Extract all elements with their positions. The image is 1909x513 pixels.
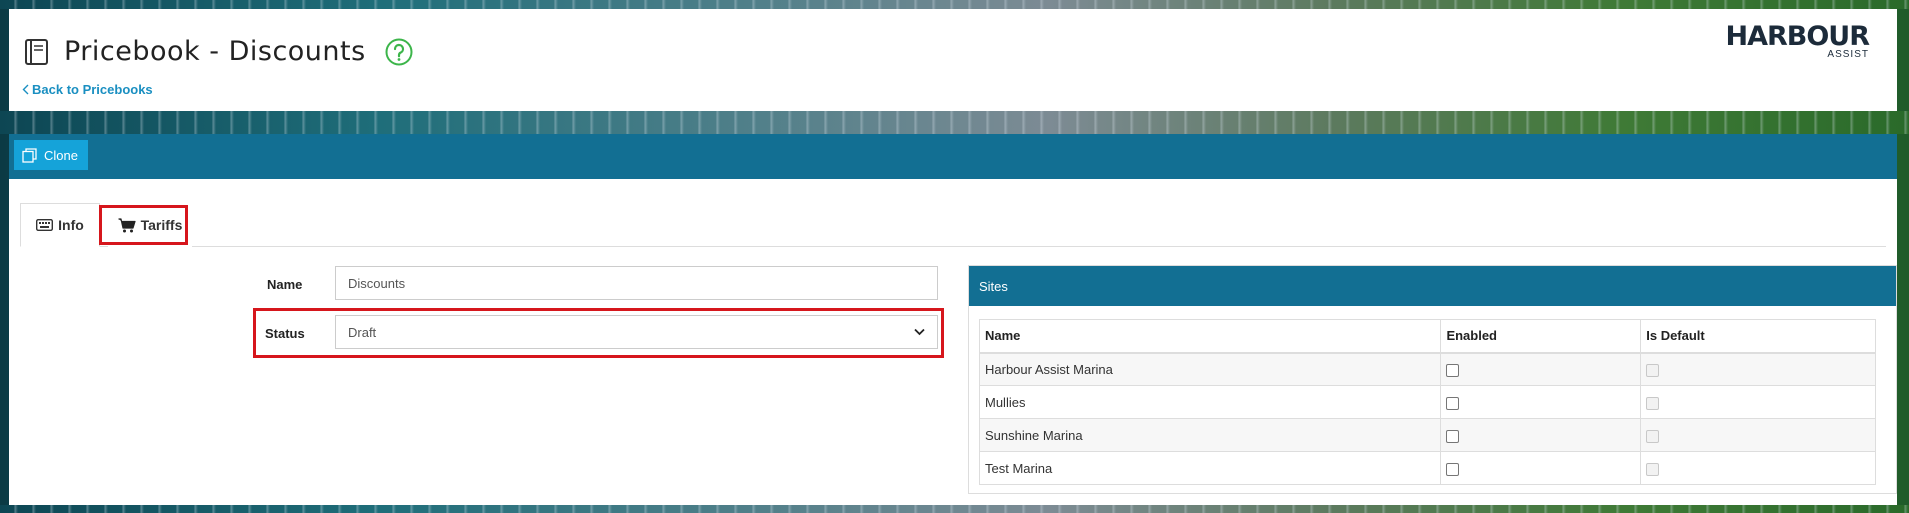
- name-label: Name: [267, 277, 303, 292]
- main-panel: Info Tariffs Name Status Draft Sites: [9, 179, 1897, 505]
- enabled-checkbox[interactable]: [1446, 363, 1460, 377]
- book-icon: [25, 38, 48, 65]
- tab-tariffs-label: Tariffs: [140, 217, 183, 233]
- tab-info-label: Info: [58, 217, 84, 233]
- is-default-cell: [1640, 385, 1876, 419]
- help-icon[interactable]: [384, 37, 414, 67]
- page-title-row: Pricebook - Discounts: [22, 36, 414, 67]
- sites-table: Name Enabled Is Default Harbour Assist M…: [978, 319, 1876, 485]
- back-to-pricebooks-link[interactable]: Back to Pricebooks: [22, 82, 153, 97]
- is-default-checkbox: [1646, 429, 1660, 443]
- site-name-cell: Sunshine Marina: [978, 418, 1442, 452]
- tab-bar: Info Tariffs: [20, 203, 1886, 247]
- clone-button-label: Clone: [44, 147, 78, 163]
- table-row: Sunshine Marina: [978, 418, 1876, 452]
- status-select[interactable]: Draft: [335, 315, 938, 349]
- keyboard-icon: [36, 219, 54, 231]
- column-header-name: Name: [978, 319, 1442, 354]
- enabled-cell: [1440, 352, 1642, 386]
- status-label: Status: [265, 326, 305, 341]
- header-panel: Pricebook - Discounts Back to Pricebooks…: [9, 9, 1897, 111]
- is-default-cell: [1640, 352, 1876, 386]
- is-default-checkbox: [1646, 363, 1660, 377]
- clone-button[interactable]: Clone: [14, 140, 88, 170]
- back-link-label: Back to Pricebooks: [32, 82, 153, 97]
- background-image-bottom: [0, 505, 1909, 513]
- harbour-assist-logo: HARBOUR ASSIST: [1725, 21, 1870, 60]
- logo-main-text: HARBOUR: [1725, 21, 1870, 52]
- enabled-checkbox[interactable]: [1446, 462, 1460, 476]
- site-name-cell: Test Marina: [978, 451, 1442, 485]
- table-row: Harbour Assist Marina: [978, 352, 1876, 386]
- page-title: Pricebook - Discounts: [64, 36, 366, 67]
- is-default-checkbox: [1646, 462, 1660, 476]
- is-default-cell: [1640, 418, 1876, 452]
- chevron-left-icon: [22, 84, 29, 95]
- enabled-cell: [1440, 385, 1642, 419]
- site-name-cell: Harbour Assist Marina: [978, 352, 1442, 386]
- cart-icon: [118, 217, 136, 232]
- background-image-top: [0, 0, 1909, 9]
- sites-panel: Sites Name Enabled Is Default Harbour As…: [968, 265, 1897, 494]
- sites-panel-header: Sites: [969, 266, 1896, 306]
- site-name-cell: Mullies: [978, 385, 1442, 419]
- name-input[interactable]: [335, 266, 938, 300]
- enabled-cell: [1440, 451, 1642, 485]
- sites-panel-title: Sites: [979, 278, 1008, 294]
- copy-icon: [22, 147, 37, 163]
- tab-tariffs[interactable]: Tariffs: [108, 203, 192, 247]
- action-toolbar: Clone: [9, 134, 1897, 179]
- chevron-down-icon: [914, 328, 925, 336]
- table-row: Test Marina: [978, 451, 1876, 485]
- enabled-checkbox[interactable]: [1446, 396, 1460, 410]
- table-row: Mullies: [978, 385, 1876, 419]
- enabled-checkbox[interactable]: [1446, 429, 1460, 443]
- column-header-enabled: Enabled: [1440, 319, 1642, 354]
- tab-info[interactable]: Info: [20, 203, 100, 247]
- is-default-checkbox: [1646, 396, 1660, 410]
- column-header-is-default: Is Default: [1640, 319, 1876, 354]
- table-header-row: Name Enabled Is Default: [978, 319, 1876, 354]
- is-default-cell: [1640, 451, 1876, 485]
- enabled-cell: [1440, 418, 1642, 452]
- status-select-value: Draft: [348, 324, 377, 340]
- background-image-middle: [0, 111, 1909, 134]
